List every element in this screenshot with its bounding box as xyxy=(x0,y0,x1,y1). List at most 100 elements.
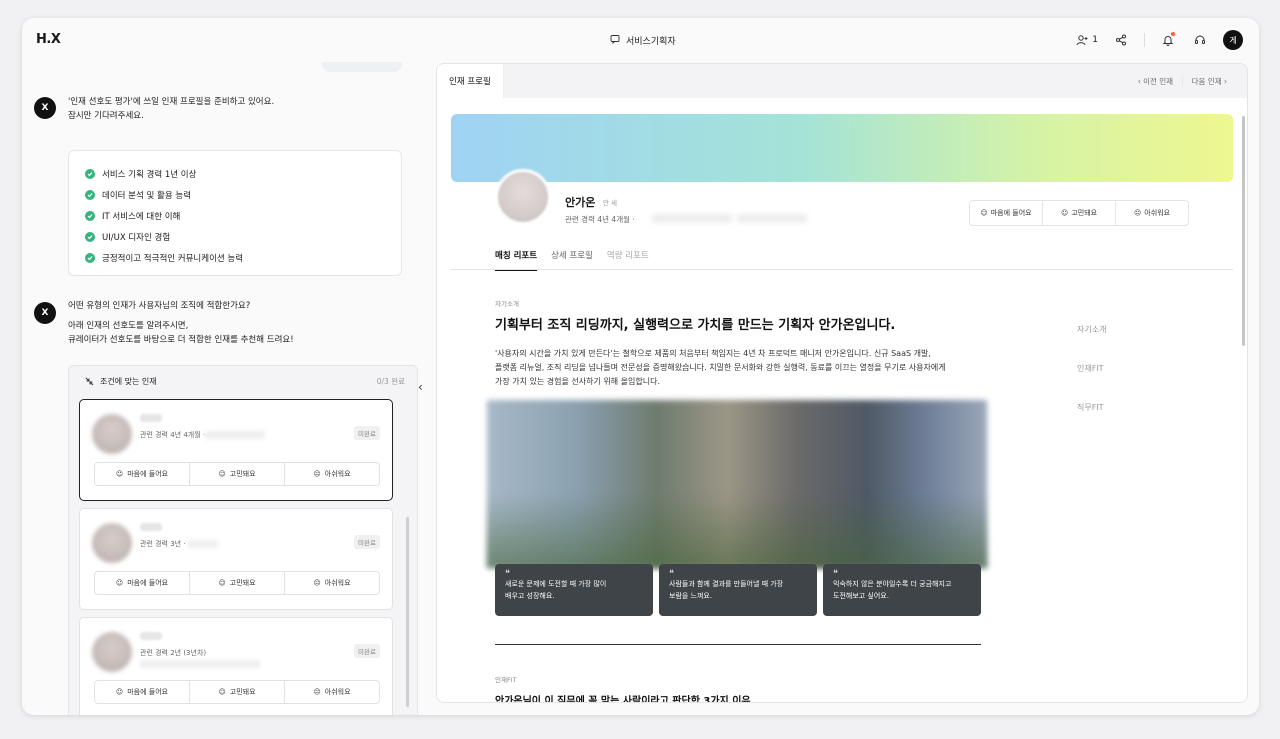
collapse-panel-icon[interactable]: ‹ xyxy=(418,380,423,394)
like-button[interactable]: ☺ 마음에 들어요 xyxy=(95,681,190,703)
profile-headline: 기획부터 조직 리딩까지, 실행력으로 가치를 만드는 기획자 안가온입니다. xyxy=(495,318,896,333)
candidate-photo xyxy=(92,523,132,563)
neutral-face-icon: ☺ xyxy=(1060,209,1069,217)
chat-panel: X '인재 선호도 평가'에 쓰일 인재 프로필을 준비하고 있어요. 잠시만 … xyxy=(22,62,422,715)
quote-icon: ❝ xyxy=(669,569,674,579)
like-button[interactable]: ☺ 마음에 들어요 xyxy=(970,201,1043,225)
candidate-photo xyxy=(92,632,132,672)
nav-talent-fit[interactable]: 인재FIT xyxy=(1077,363,1106,374)
check-icon xyxy=(85,252,95,263)
sad-face-icon: ☹ xyxy=(313,579,321,587)
collaborator-count: 1 xyxy=(1092,35,1098,45)
button-label: 아쉬워요 xyxy=(324,470,351,478)
requirement-text: IT 서비스에 대한 이해 xyxy=(102,211,181,222)
app-window: H.X 서비스기획자 1 게 X '인재 선호도 평가'에 쓰일 인재 프로필을… xyxy=(22,18,1259,715)
button-label: 마음에 들어요 xyxy=(127,470,169,478)
candidate-reaction-group: ☺ 마음에 들어요 ☺ 고민돼요 ☹ 아쉬워요 xyxy=(94,462,380,486)
intro-line: 플랫폼 리뉴얼, 조직 리딩을 넘나들며 전문성을 증명해왔습니다. 치밀한 문… xyxy=(495,363,946,372)
candidate-detail-blurred xyxy=(188,540,218,548)
tab-competency-report[interactable]: 역량 리포트 xyxy=(607,249,649,271)
divider: | xyxy=(1181,75,1184,85)
candidate-detail-blurred xyxy=(205,431,265,439)
quote-icon: ❝ xyxy=(505,569,510,579)
app-logo[interactable]: H.X xyxy=(36,32,61,47)
intro-line: 가장 가치 있는 경험을 선사하기 위해 올입합니다. xyxy=(495,377,660,386)
status-badge: 미완료 xyxy=(354,535,380,549)
profile-tab-bar: 인재 프로필 ‹ 이전 인재 | 다음 인재 › xyxy=(437,64,1247,98)
candidate-experience: 관련 경력 4년 4개월 · xyxy=(140,431,206,439)
divider xyxy=(1144,33,1145,47)
next-candidate-link[interactable]: 다음 인재 › xyxy=(1192,76,1227,87)
neutral-face-icon: ☺ xyxy=(218,579,226,587)
unsure-button[interactable]: ☺ 고민돼요 xyxy=(190,463,285,485)
share-button[interactable] xyxy=(1112,31,1130,49)
unsure-button[interactable]: ☺ 고민돼요 xyxy=(190,681,285,703)
nav-job-fit[interactable]: 직무FIT xyxy=(1077,402,1106,413)
tab-detail-profile[interactable]: 상세 프로필 xyxy=(551,249,593,271)
dislike-button[interactable]: ☹ 아쉬워요 xyxy=(285,572,379,594)
notification-button[interactable] xyxy=(1159,31,1177,49)
collapse-icon[interactable] xyxy=(85,377,94,386)
profile-detail-blurred xyxy=(737,214,807,223)
button-label: 아쉬워요 xyxy=(1144,209,1171,217)
message-line: 큐레이터가 선호도를 바탕으로 더 적합한 인재를 추천해 드려요! xyxy=(68,335,294,345)
candidate-photo xyxy=(92,414,132,454)
message-line: 아래 인재의 선호도를 알려주시면, xyxy=(68,321,189,331)
dislike-button[interactable]: ☹ 아쉬워요 xyxy=(285,681,379,703)
like-button[interactable]: ☺ 마음에 들어요 xyxy=(95,572,190,594)
quote-line: 보람을 느껴요. xyxy=(669,592,713,600)
profile-reaction-group: ☺ 마음에 들어요 ☺ 고민돼요 ☹ 아쉬워요 xyxy=(969,200,1189,226)
sad-face-icon: ☹ xyxy=(1133,209,1142,217)
user-avatar[interactable]: 게 xyxy=(1223,30,1243,50)
profile-name: 안가온 xyxy=(565,196,596,209)
candidate-scrollbar[interactable] xyxy=(406,517,409,707)
candidate-name-blurred xyxy=(140,523,162,531)
bot-avatar: X xyxy=(34,97,56,119)
candidate-card[interactable]: 관련 경력 4년 4개월 · 미완료 ☺ 마음에 들어요 ☺ 고민돼요 ☹ 아쉬워요 xyxy=(79,399,393,501)
unsure-button[interactable]: ☺ 고민돼요 xyxy=(1043,201,1116,225)
dislike-button[interactable]: ☹ 아쉬워요 xyxy=(285,463,379,485)
bot-message: 어떤 유형의 인재가 사용자님의 조직에 적합한가요? 아래 인재의 선호도를 … xyxy=(68,299,294,347)
button-label: 마음에 들어요 xyxy=(127,688,169,696)
nav-intro[interactable]: 자기소개 xyxy=(1077,324,1106,335)
requirement-text: 데이터 분석 및 활용 능력 xyxy=(102,190,192,201)
section-divider xyxy=(495,644,981,645)
quote-line: 새로운 문제에 도전할 때 가장 많이 xyxy=(505,580,607,588)
top-actions: 1 게 xyxy=(1076,30,1243,50)
smile-icon: ☺ xyxy=(980,209,988,217)
requirements-card: 서비스 기획 경력 1년 이상 데이터 분석 및 활용 능력 IT 서비스에 대… xyxy=(68,150,402,276)
support-button[interactable] xyxy=(1191,31,1209,49)
candidate-list-header: 조건에 맞는 인재 0/3 완료 xyxy=(69,366,417,396)
button-label: 고민돼요 xyxy=(229,579,256,587)
tab-profile[interactable]: 인재 프로필 xyxy=(437,64,504,98)
check-icon xyxy=(85,210,95,221)
notification-dot xyxy=(1171,32,1175,36)
profile-scrollbar[interactable] xyxy=(1242,116,1245,346)
candidate-name-blurred xyxy=(140,632,162,640)
message-line: 어떤 유형의 인재가 사용자님의 조직에 적합한가요? xyxy=(68,301,251,311)
profile-experience: 관련 경력 4년 4개월 · xyxy=(565,215,635,224)
quote-line: 도전해보고 싶어요. xyxy=(833,592,889,600)
candidate-navigation: ‹ 이전 인재 | 다음 인재 › xyxy=(1138,76,1227,87)
requirement-item: 서비스 기획 경력 1년 이상 xyxy=(85,163,385,184)
status-badge: 미완료 xyxy=(354,426,380,440)
quote-card: ❝ 새로운 문제에 도전할 때 가장 많이 배우고 성장해요. xyxy=(495,564,653,616)
smile-icon: ☺ xyxy=(115,579,124,587)
intro-line: '사용자의 시간을 가치 있게 만든다'는 철학으로 제품의 처음부터 책임지는… xyxy=(495,349,931,358)
section-label: 인재FIT xyxy=(495,676,517,684)
profile-panel: 인재 프로필 ‹ 이전 인재 | 다음 인재 › 안가온 만 세 관련 경력 4… xyxy=(436,63,1248,703)
tab-matching-report[interactable]: 매칭 리포트 xyxy=(495,249,538,271)
session-title: 서비스기획자 xyxy=(610,34,676,47)
prev-candidate-link[interactable]: ‹ 이전 인재 xyxy=(1138,76,1173,87)
like-button[interactable]: ☺ 마음에 들어요 xyxy=(95,463,190,485)
candidate-detail-blurred xyxy=(140,660,260,668)
candidate-card[interactable]: 관련 경력 2년 (3년차) 미완료 ☺ 마음에 들어요 ☺ 고민돼요 ☹ 아쉬워요 xyxy=(79,617,393,715)
collaborators-button[interactable]: 1 xyxy=(1076,34,1098,46)
candidate-reaction-group: ☺ 마음에 들어요 ☺ 고민돼요 ☹ 아쉬워요 xyxy=(94,571,380,595)
dislike-button[interactable]: ☹ 아쉬워요 xyxy=(1116,201,1188,225)
neutral-face-icon: ☺ xyxy=(218,470,226,478)
button-label: 마음에 들어요 xyxy=(990,209,1032,217)
previous-message-bubble xyxy=(322,62,402,72)
unsure-button[interactable]: ☺ 고민돼요 xyxy=(190,572,285,594)
candidate-card[interactable]: 관련 경력 3년 · 미완료 ☺ 마음에 들어요 ☺ 고민돼요 ☹ 아쉬워요 xyxy=(79,508,393,610)
